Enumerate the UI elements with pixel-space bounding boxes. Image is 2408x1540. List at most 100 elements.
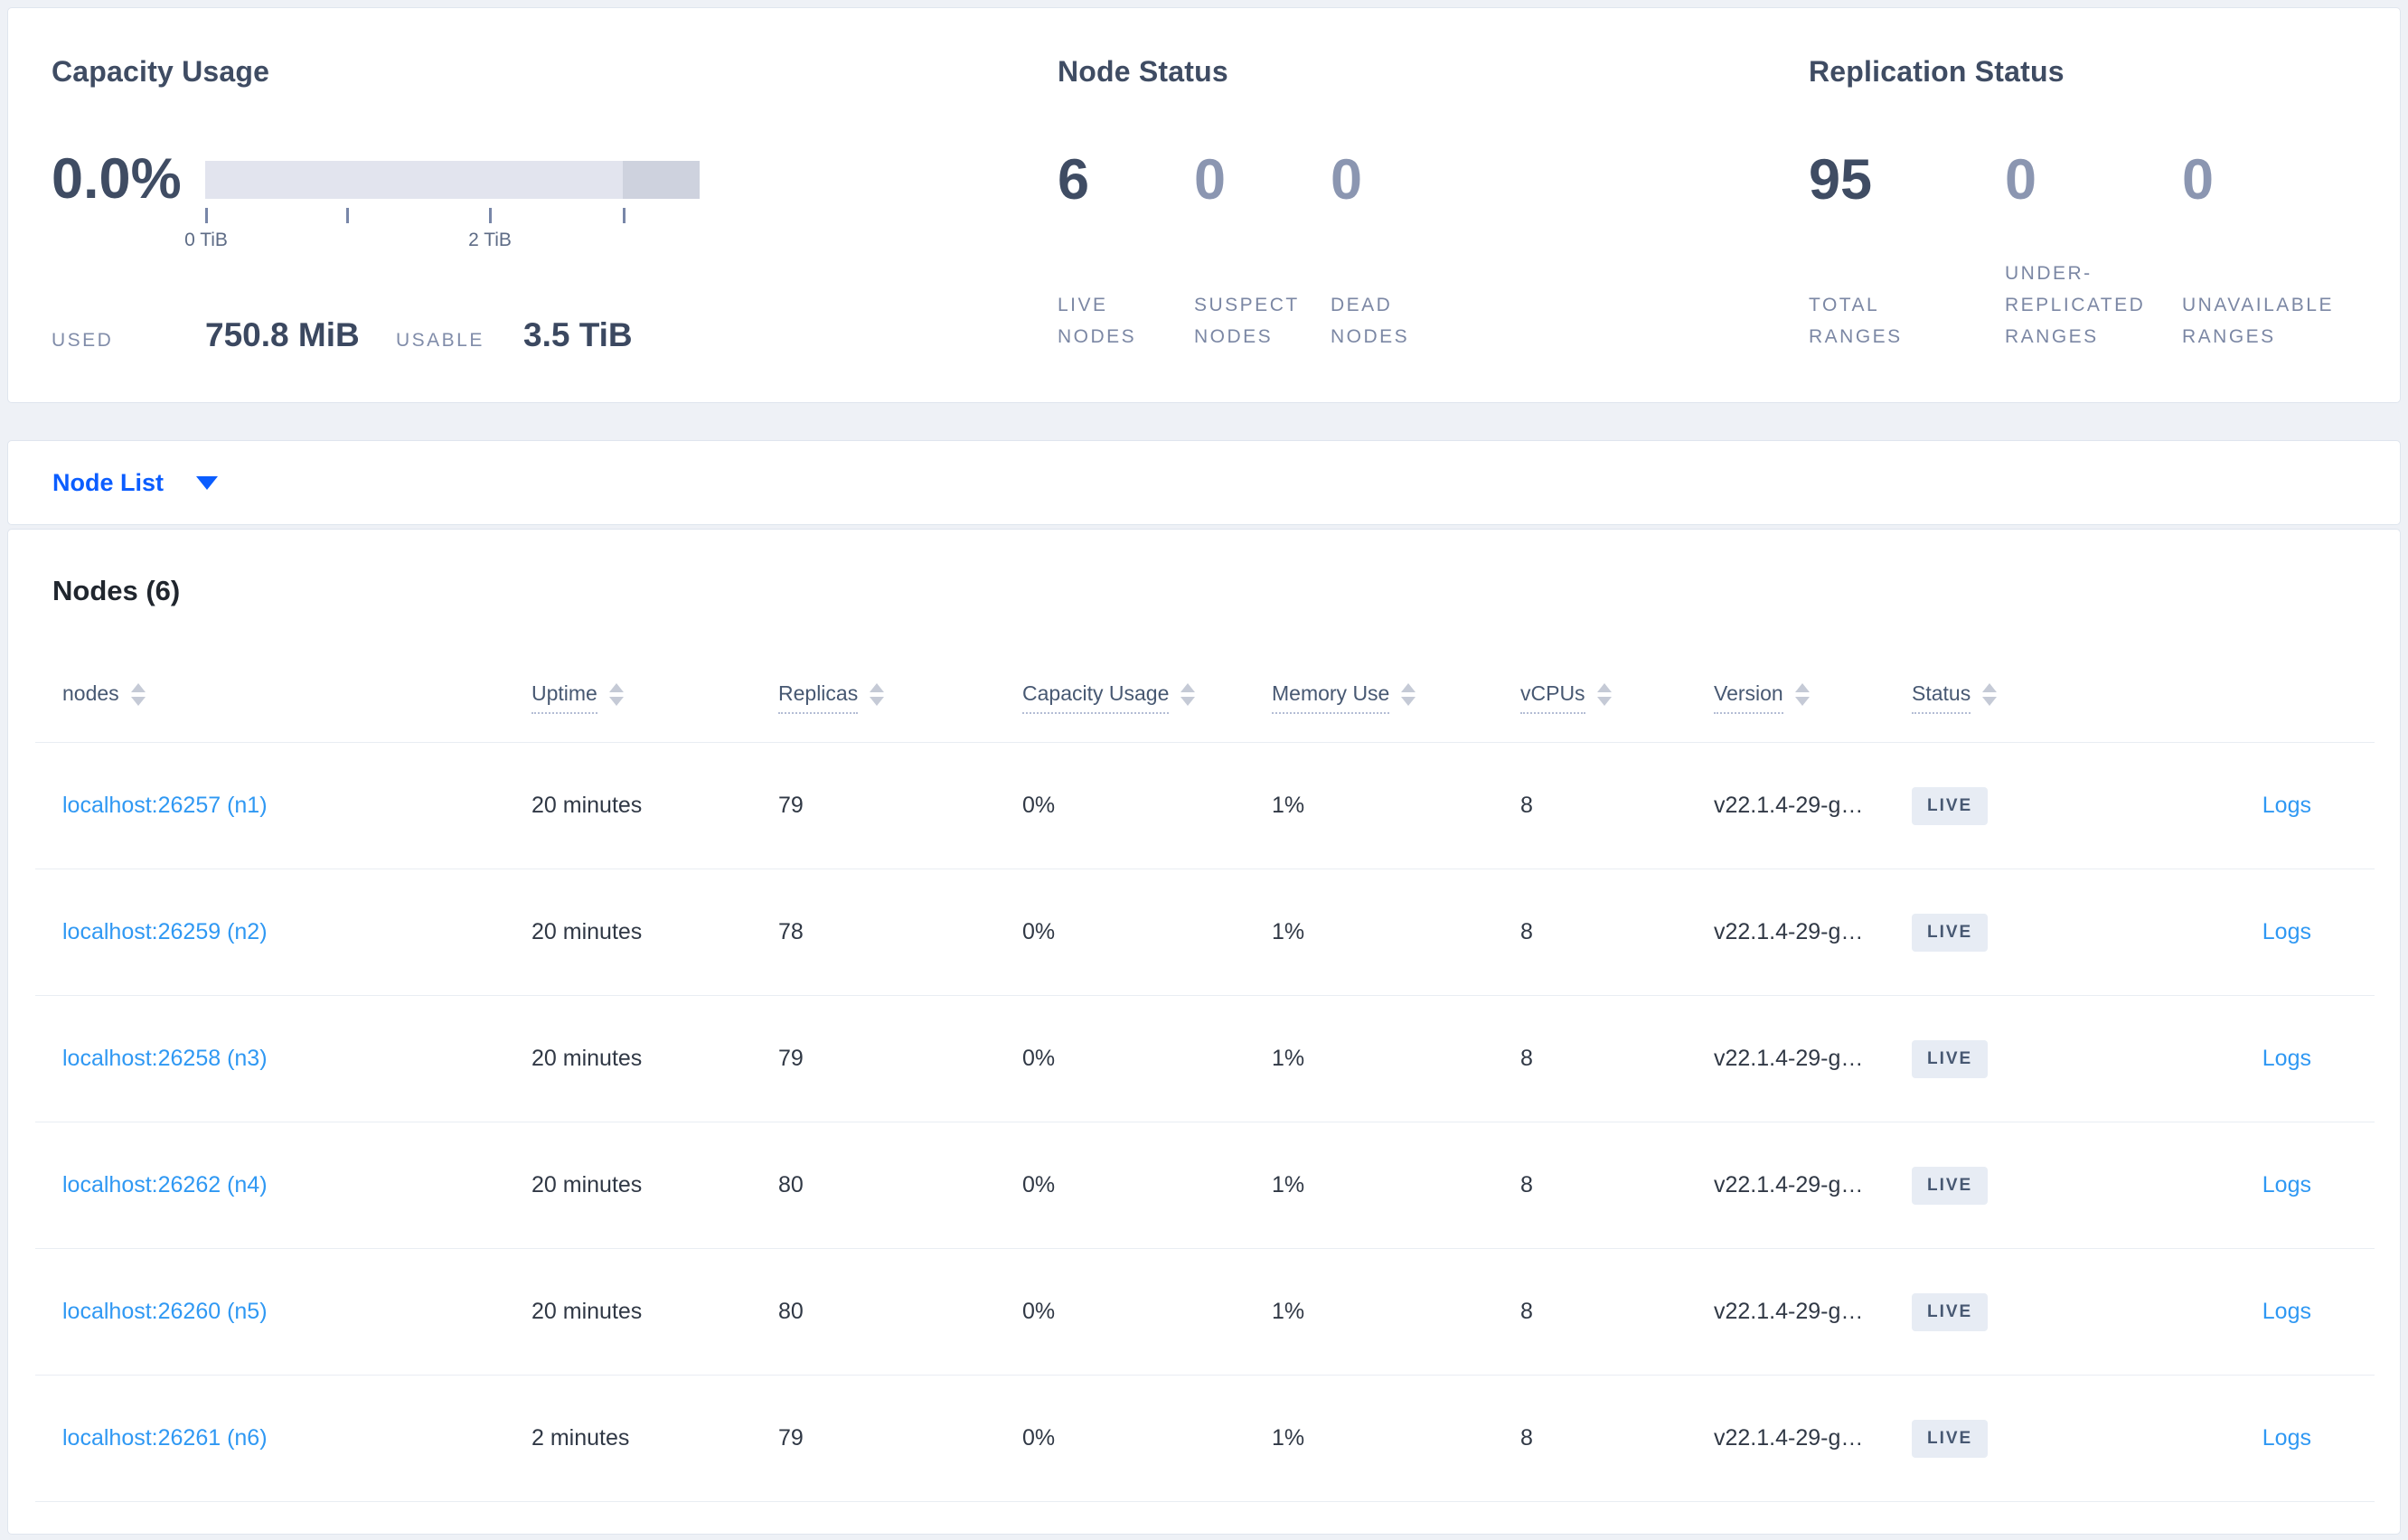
table-row: localhost:26259 (n2) 20 minutes 78 0% 1%…	[35, 869, 2375, 996]
node-list-dropdown[interactable]: Node List	[8, 441, 2400, 524]
column-header-version[interactable]: Version	[1714, 681, 1912, 714]
capacity-bar-nonusable-segment	[623, 160, 700, 199]
node-list-dropdown-bar: Node List	[7, 440, 2401, 525]
logs-cell: Logs	[2129, 1425, 2375, 1451]
logs-cell: Logs	[2129, 1172, 2375, 1198]
suspect-nodes-value: 0	[1194, 148, 1227, 211]
column-header-capacity-usage[interactable]: Capacity Usage	[1022, 681, 1272, 714]
logs-link[interactable]: Logs	[2262, 1299, 2311, 1325]
uptime-cell: 20 minutes	[531, 1046, 643, 1071]
memory-cell: 1%	[1272, 1425, 1305, 1451]
column-header-status[interactable]: Status	[1912, 681, 2129, 714]
replicas-cell: 79	[778, 793, 804, 818]
under-replicated-ranges-stat: 0 UNDER-REPLICATED RANGES	[2005, 152, 2182, 352]
capacity-cell: 0%	[1022, 1299, 1056, 1324]
table-row: localhost:26257 (n1) 20 minutes 79 0% 1%…	[35, 743, 2375, 869]
status-badge: LIVE	[1912, 1039, 1989, 1078]
sort-icon	[1596, 683, 1612, 706]
version-cell: v22.1.4-29-g…	[1714, 793, 1864, 818]
uptime-cell: 2 minutes	[531, 1425, 630, 1451]
column-header-vcpus[interactable]: vCPUs	[1520, 681, 1714, 714]
dead-nodes-stat: 0 DEAD NODES	[1331, 152, 1467, 352]
uptime-cell: 20 minutes	[531, 793, 643, 818]
vcpus-cell: 8	[1520, 793, 1533, 818]
dead-nodes-label: DEAD NODES	[1331, 295, 1410, 347]
capacity-usage-title: Capacity Usage	[52, 55, 270, 88]
replication-status-section: Replication Status 95 TOTAL RANGES 0 UND…	[1809, 55, 2381, 352]
sort-icon	[870, 683, 885, 706]
memory-cell: 1%	[1272, 919, 1305, 944]
axis-tick	[346, 207, 349, 223]
logs-cell: Logs	[2129, 1299, 2375, 1325]
capacity-cell: 0%	[1022, 919, 1056, 944]
capacity-cell: 0%	[1022, 1425, 1056, 1451]
unavailable-ranges-value: 0	[2182, 148, 2215, 211]
usable-label: USABLE	[396, 330, 484, 351]
status-badge: LIVE	[1912, 1292, 1989, 1331]
logs-cell: Logs	[2129, 1046, 2375, 1072]
vcpus-cell: 8	[1520, 919, 1533, 944]
logs-cell: Logs	[2129, 919, 2375, 945]
node-link[interactable]: localhost:26260 (n5)	[35, 1299, 531, 1325]
capacity-used-usable-row: USED 750.8 MiB USABLE 3.5 TiB	[52, 316, 633, 354]
vcpus-cell: 8	[1520, 1299, 1533, 1324]
column-header-nodes[interactable]: nodes	[35, 681, 531, 714]
logs-link[interactable]: Logs	[2262, 919, 2311, 945]
capacity-usage-gauge: 0.0% 0 TiB 2 TiB	[52, 147, 700, 250]
capacity-bar: 0 TiB 2 TiB	[184, 160, 700, 250]
capacity-usage-section: Capacity Usage	[52, 55, 269, 89]
axis-tick	[623, 207, 626, 223]
replicas-cell: 80	[778, 1172, 804, 1197]
axis-tick-label: 0 TiB	[184, 229, 228, 250]
node-list-dropdown-label: Node List	[52, 468, 165, 496]
node-status-title: Node Status	[1058, 55, 1228, 88]
used-value: 750.8 MiB	[205, 316, 360, 353]
memory-cell: 1%	[1272, 793, 1305, 818]
total-ranges-value: 95	[1809, 148, 1873, 211]
replicas-cell: 78	[778, 919, 804, 944]
status-cell: LIVE	[1912, 913, 2129, 952]
capacity-percent-value: 0.0%	[52, 147, 182, 211]
column-header-replicas[interactable]: Replicas	[778, 681, 1022, 714]
column-header-memory-use[interactable]: Memory Use	[1272, 681, 1520, 714]
status-badge: LIVE	[1912, 1419, 1989, 1458]
axis-tick	[489, 207, 492, 223]
nodes-table-card: Nodes (6) nodes Uptime Replicas Capacity…	[7, 529, 2401, 1535]
node-link[interactable]: localhost:26257 (n1)	[35, 793, 531, 819]
replicas-cell: 80	[778, 1299, 804, 1324]
capacity-cell: 0%	[1022, 1046, 1056, 1071]
replicas-cell: 79	[778, 1425, 804, 1451]
node-link[interactable]: localhost:26262 (n4)	[35, 1172, 531, 1198]
used-label: USED	[52, 330, 114, 351]
total-ranges-stat: 95 TOTAL RANGES	[1809, 152, 2005, 352]
node-status-section: Node Status 6 LIVE NODES 0 SUSPECT NODES…	[1058, 55, 1467, 352]
live-nodes-stat: 6 LIVE NODES	[1058, 152, 1194, 352]
version-cell: v22.1.4-29-g…	[1714, 1046, 1864, 1071]
nodes-heading: Nodes (6)	[52, 575, 181, 606]
under-replicated-ranges-label: UNDER-REPLICATED RANGES	[2005, 263, 2146, 347]
node-link[interactable]: localhost:26258 (n3)	[35, 1046, 531, 1072]
status-cell: LIVE	[1912, 1419, 2129, 1458]
table-row: localhost:26262 (n4) 20 minutes 80 0% 1%…	[35, 1122, 2375, 1249]
status-cell: LIVE	[1912, 1292, 2129, 1331]
node-link[interactable]: localhost:26261 (n6)	[35, 1425, 531, 1451]
table-row: localhost:26261 (n6) 2 minutes 79 0% 1% …	[35, 1376, 2375, 1502]
capacity-cell: 0%	[1022, 1172, 1056, 1197]
chevron-down-icon	[196, 475, 219, 490]
total-ranges-label: TOTAL RANGES	[1809, 295, 1903, 347]
column-header-uptime[interactable]: Uptime	[531, 681, 778, 714]
logs-link[interactable]: Logs	[2262, 1172, 2311, 1198]
logs-link[interactable]: Logs	[2262, 1425, 2311, 1451]
under-replicated-ranges-value: 0	[2005, 148, 2037, 211]
vcpus-cell: 8	[1520, 1046, 1533, 1071]
node-link[interactable]: localhost:26259 (n2)	[35, 919, 531, 945]
replicas-cell: 79	[778, 1046, 804, 1071]
cluster-summary-card: Capacity Usage 0.0% 0 TiB 2 TiB USED 750…	[7, 7, 2401, 403]
sort-icon	[1180, 683, 1196, 706]
uptime-cell: 20 minutes	[531, 1299, 643, 1324]
uptime-cell: 20 minutes	[531, 919, 643, 944]
sort-icon	[130, 683, 146, 706]
axis-tick-label: 2 TiB	[468, 229, 512, 250]
logs-link[interactable]: Logs	[2262, 1046, 2311, 1072]
logs-link[interactable]: Logs	[2262, 793, 2311, 819]
